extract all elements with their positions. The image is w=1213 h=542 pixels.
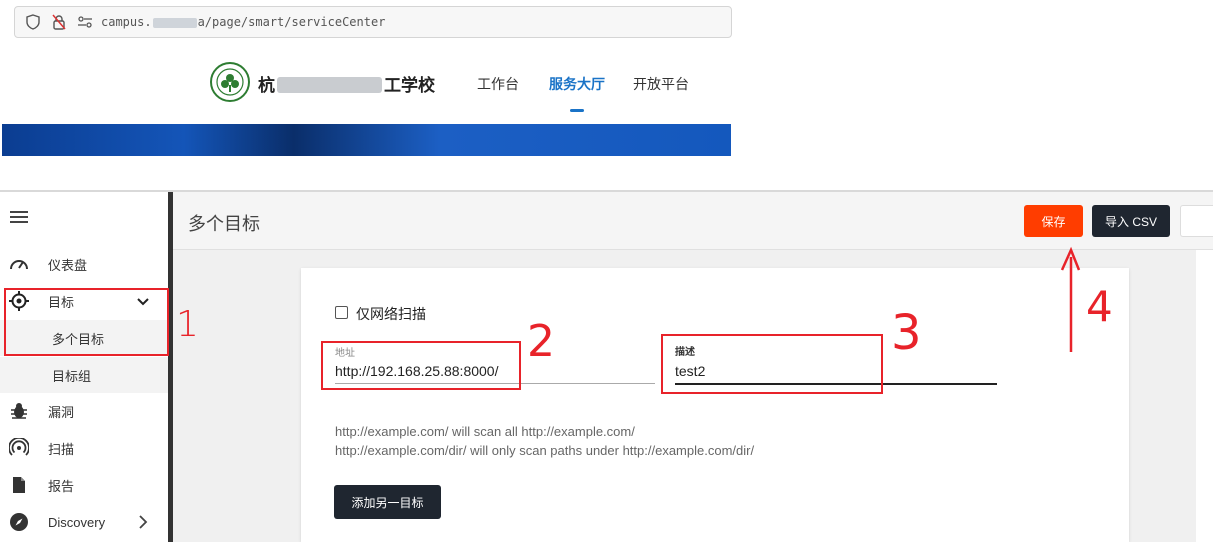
sidebar-item-target-groups[interactable]: 目标组 bbox=[0, 357, 168, 393]
sidebar-item-scans[interactable]: 扫描 bbox=[0, 430, 168, 466]
speedometer-icon bbox=[9, 254, 29, 274]
sidebar-item-vulnerabilities[interactable]: 漏洞 bbox=[0, 393, 168, 429]
sidebar-item-label: Discovery bbox=[48, 514, 106, 530]
save-button[interactable]: 保存 bbox=[1024, 205, 1083, 237]
network-only-label[interactable]: 仅网络扫描 bbox=[356, 304, 426, 324]
nav-service-hall[interactable]: 服务大厅 bbox=[549, 74, 605, 94]
school-name: 杭工学校 bbox=[258, 76, 435, 95]
chevron-right-icon[interactable] bbox=[138, 515, 148, 532]
import-csv-button[interactable]: 导入 CSV bbox=[1092, 205, 1170, 237]
sidebar-item-label: 报告 bbox=[48, 478, 75, 494]
sidebar-item-dashboard[interactable]: 仪表盘 bbox=[0, 246, 168, 282]
description-label: 描述 bbox=[675, 347, 695, 358]
sidebar-item-discovery[interactable]: Discovery bbox=[0, 504, 168, 540]
url-text: campus. a/page/smart/serviceCenter bbox=[101, 15, 386, 29]
sidebar-item-label: 多个目标 bbox=[52, 331, 105, 347]
description-input[interactable] bbox=[675, 359, 997, 385]
url-bar[interactable]: campus. a/page/smart/serviceCenter bbox=[14, 6, 732, 38]
sidebar-item-label: 仪表盘 bbox=[48, 257, 88, 273]
permissions-icon[interactable] bbox=[77, 14, 93, 30]
sidebar-item-label: 漏洞 bbox=[48, 404, 75, 420]
document-icon bbox=[9, 475, 29, 495]
nav-open-platform[interactable]: 开放平台 bbox=[633, 74, 689, 94]
redacted-region bbox=[152, 17, 197, 28]
sidebar-item-label: 扫描 bbox=[48, 441, 75, 457]
address-label: 地址 bbox=[335, 348, 355, 359]
sidebar-item-label: 目标 bbox=[48, 294, 75, 310]
target-icon bbox=[9, 291, 29, 311]
address-input[interactable] bbox=[335, 359, 655, 384]
active-nav-indicator bbox=[570, 109, 584, 112]
bug-icon bbox=[9, 401, 29, 421]
radar-icon bbox=[9, 438, 29, 458]
annotation-number-4: 4 bbox=[1086, 282, 1113, 331]
redacted-region bbox=[277, 77, 382, 93]
page-title: 多个目标 bbox=[188, 214, 260, 234]
network-only-checkbox[interactable] bbox=[335, 306, 348, 319]
sidebar-item-targets[interactable]: 目标 bbox=[0, 283, 168, 319]
annotation-number-1: 1 bbox=[176, 304, 199, 345]
lock-insecure-icon[interactable] bbox=[51, 14, 67, 30]
sidebar-item-reports[interactable]: 报告 bbox=[0, 467, 168, 503]
compass-icon bbox=[9, 512, 29, 532]
hamburger-menu-icon[interactable] bbox=[10, 210, 28, 229]
hint-text: http://example.com/dir/ will only scan p… bbox=[335, 443, 755, 458]
annotation-number-2: 2 bbox=[527, 316, 555, 367]
school-logo[interactable] bbox=[210, 62, 250, 102]
hint-text: http://example.com/ will scan all http:/… bbox=[335, 424, 635, 439]
sidebar-item-label: 目标组 bbox=[52, 368, 92, 384]
sidebar-item-multiple-targets[interactable]: 多个目标 bbox=[0, 320, 168, 356]
banner-image bbox=[2, 124, 731, 156]
shield-icon[interactable] bbox=[25, 14, 41, 30]
annotation-number-3: 3 bbox=[891, 305, 922, 361]
chevron-down-icon[interactable] bbox=[137, 295, 149, 310]
more-button[interactable] bbox=[1180, 205, 1213, 237]
add-another-target-button[interactable]: 添加另一目标 bbox=[334, 485, 441, 519]
nav-workbench[interactable]: 工作台 bbox=[477, 74, 519, 94]
